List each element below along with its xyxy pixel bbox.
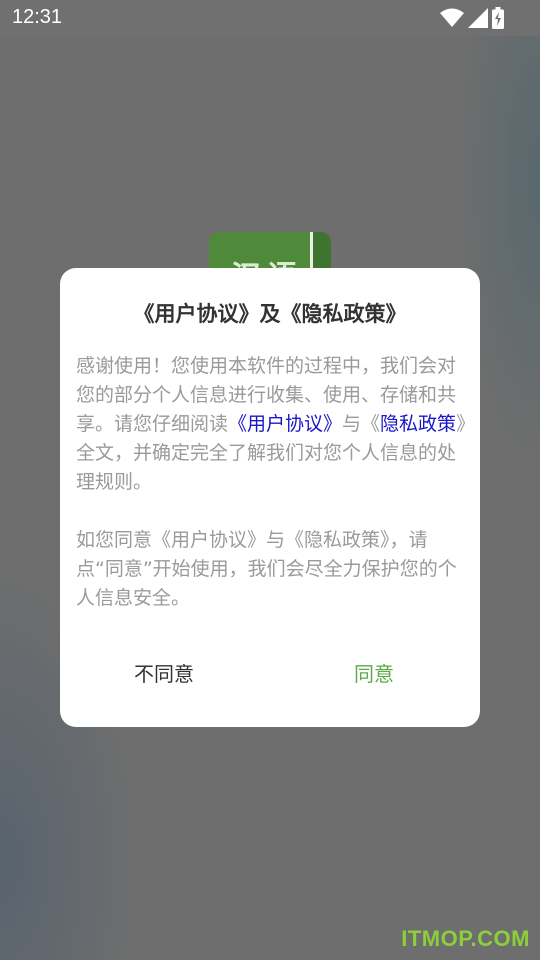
disagree-button[interactable]: 不同意 <box>134 658 194 687</box>
battery-icon <box>492 7 504 29</box>
dialog-paragraph-1: 感谢使用！您使用本软件的过程中，我们会对您的部分个人信息进行收集、使用、存储和共… <box>76 352 468 497</box>
watermark: ITMOP.COM <box>401 926 530 951</box>
status-bar: 12:31 <box>0 0 540 36</box>
dialog-paragraph-2: 如您同意《用户协议》与《隐私政策》，请点“同意”开始使用，我们会尽全力保护您的个… <box>76 529 457 609</box>
privacy-policy-link[interactable]: 隐私政策 <box>380 413 456 435</box>
status-icons <box>440 7 504 29</box>
agree-button[interactable]: 同意 <box>354 658 394 687</box>
wifi-icon <box>440 8 464 27</box>
status-time: 12:31 <box>12 6 63 28</box>
privacy-dialog: 《用户协议》及《隐私政策》 感谢使用！您使用本软件的过程中，我们会对您的部分个人… <box>60 268 480 727</box>
dialog-text: 与《 <box>342 413 381 435</box>
dialog-body: 感谢使用！您使用本软件的过程中，我们会对您的部分个人信息进行收集、使用、存储和共… <box>76 352 468 613</box>
dialog-title: 《用户协议》及《隐私政策》 <box>133 302 407 326</box>
user-agreement-link[interactable]: 《用户协议》 <box>228 413 342 435</box>
signal-icon <box>468 8 488 28</box>
